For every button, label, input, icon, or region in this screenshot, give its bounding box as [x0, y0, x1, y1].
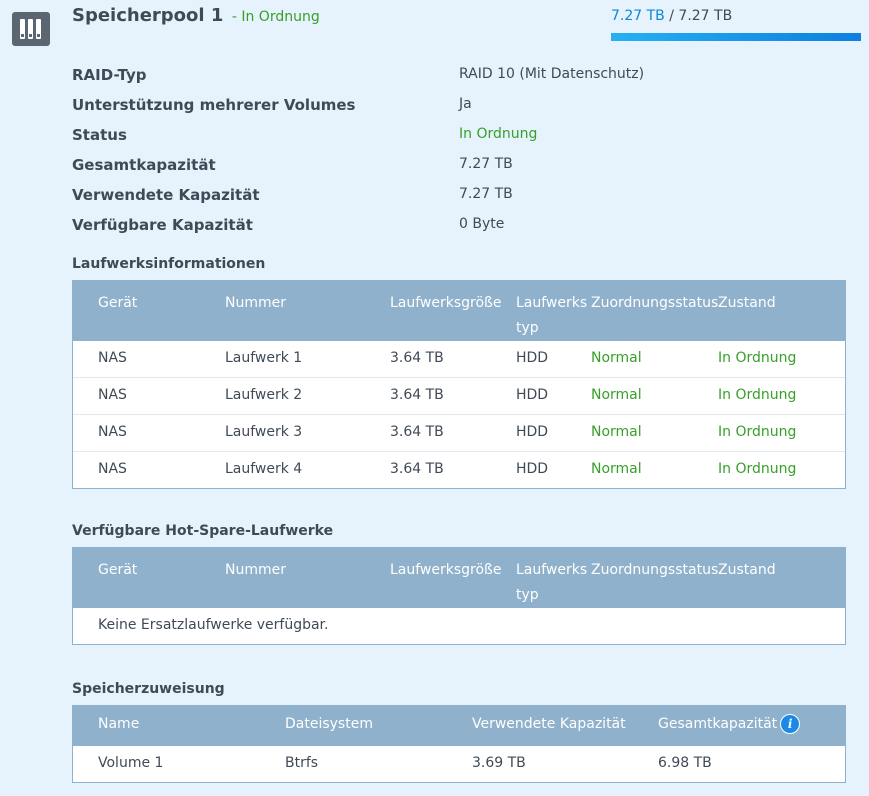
- capacity-usage-bar: [611, 33, 861, 41]
- column-header[interactable]: Zuordnungsstatus: [591, 291, 718, 316]
- pool-name: Speicherpool 1: [72, 5, 224, 26]
- column-header[interactable]: Gerät: [98, 291, 137, 316]
- column-header[interactable]: Nummer: [225, 291, 286, 316]
- column-header[interactable]: Verwendete Kapazität: [472, 712, 626, 737]
- cell-device: NAS: [98, 424, 127, 440]
- column-header[interactable]: Laufwerksgröße: [390, 558, 502, 583]
- info-value: In Ordnung: [459, 126, 538, 142]
- drives-table: Gerät Nummer Laufwerksgröße Laufwerks ty…: [72, 280, 846, 489]
- pool-title: Speicherpool 1 - In Ordnung: [72, 5, 320, 26]
- info-value: 0 Byte: [459, 216, 505, 232]
- empty-row: Keine Ersatzlaufwerke verfügbar.: [73, 608, 845, 644]
- column-header[interactable]: Nummer: [225, 558, 286, 583]
- capacity-summary: 7.27 TB / 7.27 TB: [611, 8, 732, 24]
- cell-type: HDD: [516, 461, 549, 477]
- column-header[interactable]: Name: [98, 712, 139, 737]
- column-header[interactable]: Dateisystem: [285, 712, 373, 737]
- cell-size: 3.64 TB: [390, 387, 444, 403]
- column-header[interactable]: Laufwerks typ: [516, 291, 587, 341]
- cell-health: In Ordnung: [718, 387, 797, 403]
- column-header: Gesamtkapazität: [658, 716, 778, 732]
- table-header: Name Dateisystem Verwendete Kapazität Ge…: [73, 706, 845, 746]
- info-value: 7.27 TB: [459, 186, 513, 202]
- cell-health: In Ordnung: [718, 424, 797, 440]
- cell-allocation-status: Normal: [591, 424, 642, 440]
- column-header[interactable]: Gerät: [98, 558, 137, 583]
- used-capacity: 7.27 TB: [611, 8, 665, 24]
- info-label: Verwendete Kapazität: [72, 186, 260, 204]
- empty-message: Keine Ersatzlaufwerke verfügbar.: [98, 617, 329, 633]
- drive-bay-icon: [20, 19, 25, 39]
- cell-size: 3.64 TB: [390, 424, 444, 440]
- pool-info-list: RAID-Typ RAID 10 (Mit Datenschutz) Unter…: [72, 64, 772, 244]
- column-header-total[interactable]: Gesamtkapazität i: [658, 712, 801, 737]
- total-capacity: 7.27 TB: [678, 8, 733, 24]
- cell-number: Laufwerk 3: [225, 424, 303, 440]
- table-row[interactable]: NAS Laufwerk 4 3.64 TB HDD Normal In Ord…: [73, 452, 845, 488]
- info-row-multi-volume: Unterstützung mehrerer Volumes Ja: [72, 94, 772, 124]
- capacity-separator: /: [669, 8, 674, 24]
- cell-number: Laufwerk 4: [225, 461, 303, 477]
- cell-allocation-status: Normal: [591, 387, 642, 403]
- cell-device: NAS: [98, 387, 127, 403]
- info-label: Unterstützung mehrerer Volumes: [72, 96, 356, 114]
- cell-size: 3.64 TB: [390, 461, 444, 477]
- cell-health: In Ordnung: [718, 461, 797, 477]
- table-row[interactable]: NAS Laufwerk 2 3.64 TB HDD Normal In Ord…: [73, 378, 845, 415]
- table-header: Gerät Nummer Laufwerksgröße Laufwerks ty…: [73, 281, 845, 341]
- table-row[interactable]: Volume 1 Btrfs 3.69 TB 6.98 TB: [73, 746, 845, 782]
- cell-volume-name: Volume 1: [98, 755, 164, 771]
- cell-device: NAS: [98, 461, 127, 477]
- info-row-used-capacity: Verwendete Kapazität 7.27 TB: [72, 184, 772, 214]
- storage-pool-icon: [12, 12, 50, 46]
- column-header[interactable]: Zustand: [718, 558, 776, 583]
- section-title-hot-spare: Verfügbare Hot-Spare-Laufwerke: [72, 523, 334, 539]
- cell-total-capacity: 6.98 TB: [658, 755, 712, 771]
- info-row-available-capacity: Verfügbare Kapazität 0 Byte: [72, 214, 772, 244]
- table-row[interactable]: NAS Laufwerk 1 3.64 TB HDD Normal In Ord…: [73, 341, 845, 378]
- capacity-usage-fill: [611, 33, 861, 41]
- cell-number: Laufwerk 2: [225, 387, 303, 403]
- drive-bay-icon: [36, 19, 41, 39]
- info-value: RAID 10 (Mit Datenschutz): [459, 66, 645, 82]
- info-label: RAID-Typ: [72, 66, 147, 84]
- table-row[interactable]: NAS Laufwerk 3 3.64 TB HDD Normal In Ord…: [73, 415, 845, 452]
- cell-number: Laufwerk 1: [225, 350, 303, 366]
- info-label: Verfügbare Kapazität: [72, 216, 253, 234]
- drive-bay-icon: [28, 19, 33, 39]
- column-header[interactable]: Laufwerks typ: [516, 558, 587, 608]
- cell-type: HDD: [516, 424, 549, 440]
- cell-device: NAS: [98, 350, 127, 366]
- column-header[interactable]: Zuordnungsstatus: [591, 558, 718, 583]
- info-icon[interactable]: i: [780, 714, 801, 734]
- cell-size: 3.64 TB: [390, 350, 444, 366]
- info-row-total-capacity: Gesamtkapazität 7.27 TB: [72, 154, 772, 184]
- cell-used-capacity: 3.69 TB: [472, 755, 526, 771]
- info-label: Gesamtkapazität: [72, 156, 216, 174]
- column-header[interactable]: Laufwerksgröße: [390, 291, 502, 316]
- info-value: Ja: [459, 96, 472, 112]
- info-row-status: Status In Ordnung: [72, 124, 772, 154]
- title-separator: -: [231, 9, 237, 25]
- allocation-table: Name Dateisystem Verwendete Kapazität Ge…: [72, 705, 846, 783]
- column-header[interactable]: Zustand: [718, 291, 776, 316]
- cell-type: HDD: [516, 387, 549, 403]
- table-header: Gerät Nummer Laufwerksgröße Laufwerks ty…: [73, 548, 845, 608]
- info-row-raid-type: RAID-Typ RAID 10 (Mit Datenschutz): [72, 64, 772, 94]
- info-label: Status: [72, 126, 127, 144]
- info-value: 7.27 TB: [459, 156, 513, 172]
- cell-type: HDD: [516, 350, 549, 366]
- pool-status: In Ordnung: [241, 9, 320, 25]
- hot-spare-table: Gerät Nummer Laufwerksgröße Laufwerks ty…: [72, 547, 846, 645]
- cell-filesystem: Btrfs: [285, 755, 319, 771]
- cell-allocation-status: Normal: [591, 350, 642, 366]
- cell-allocation-status: Normal: [591, 461, 642, 477]
- section-title-drives: Laufwerksinformationen: [72, 256, 266, 272]
- cell-health: In Ordnung: [718, 350, 797, 366]
- section-title-allocation: Speicherzuweisung: [72, 681, 225, 697]
